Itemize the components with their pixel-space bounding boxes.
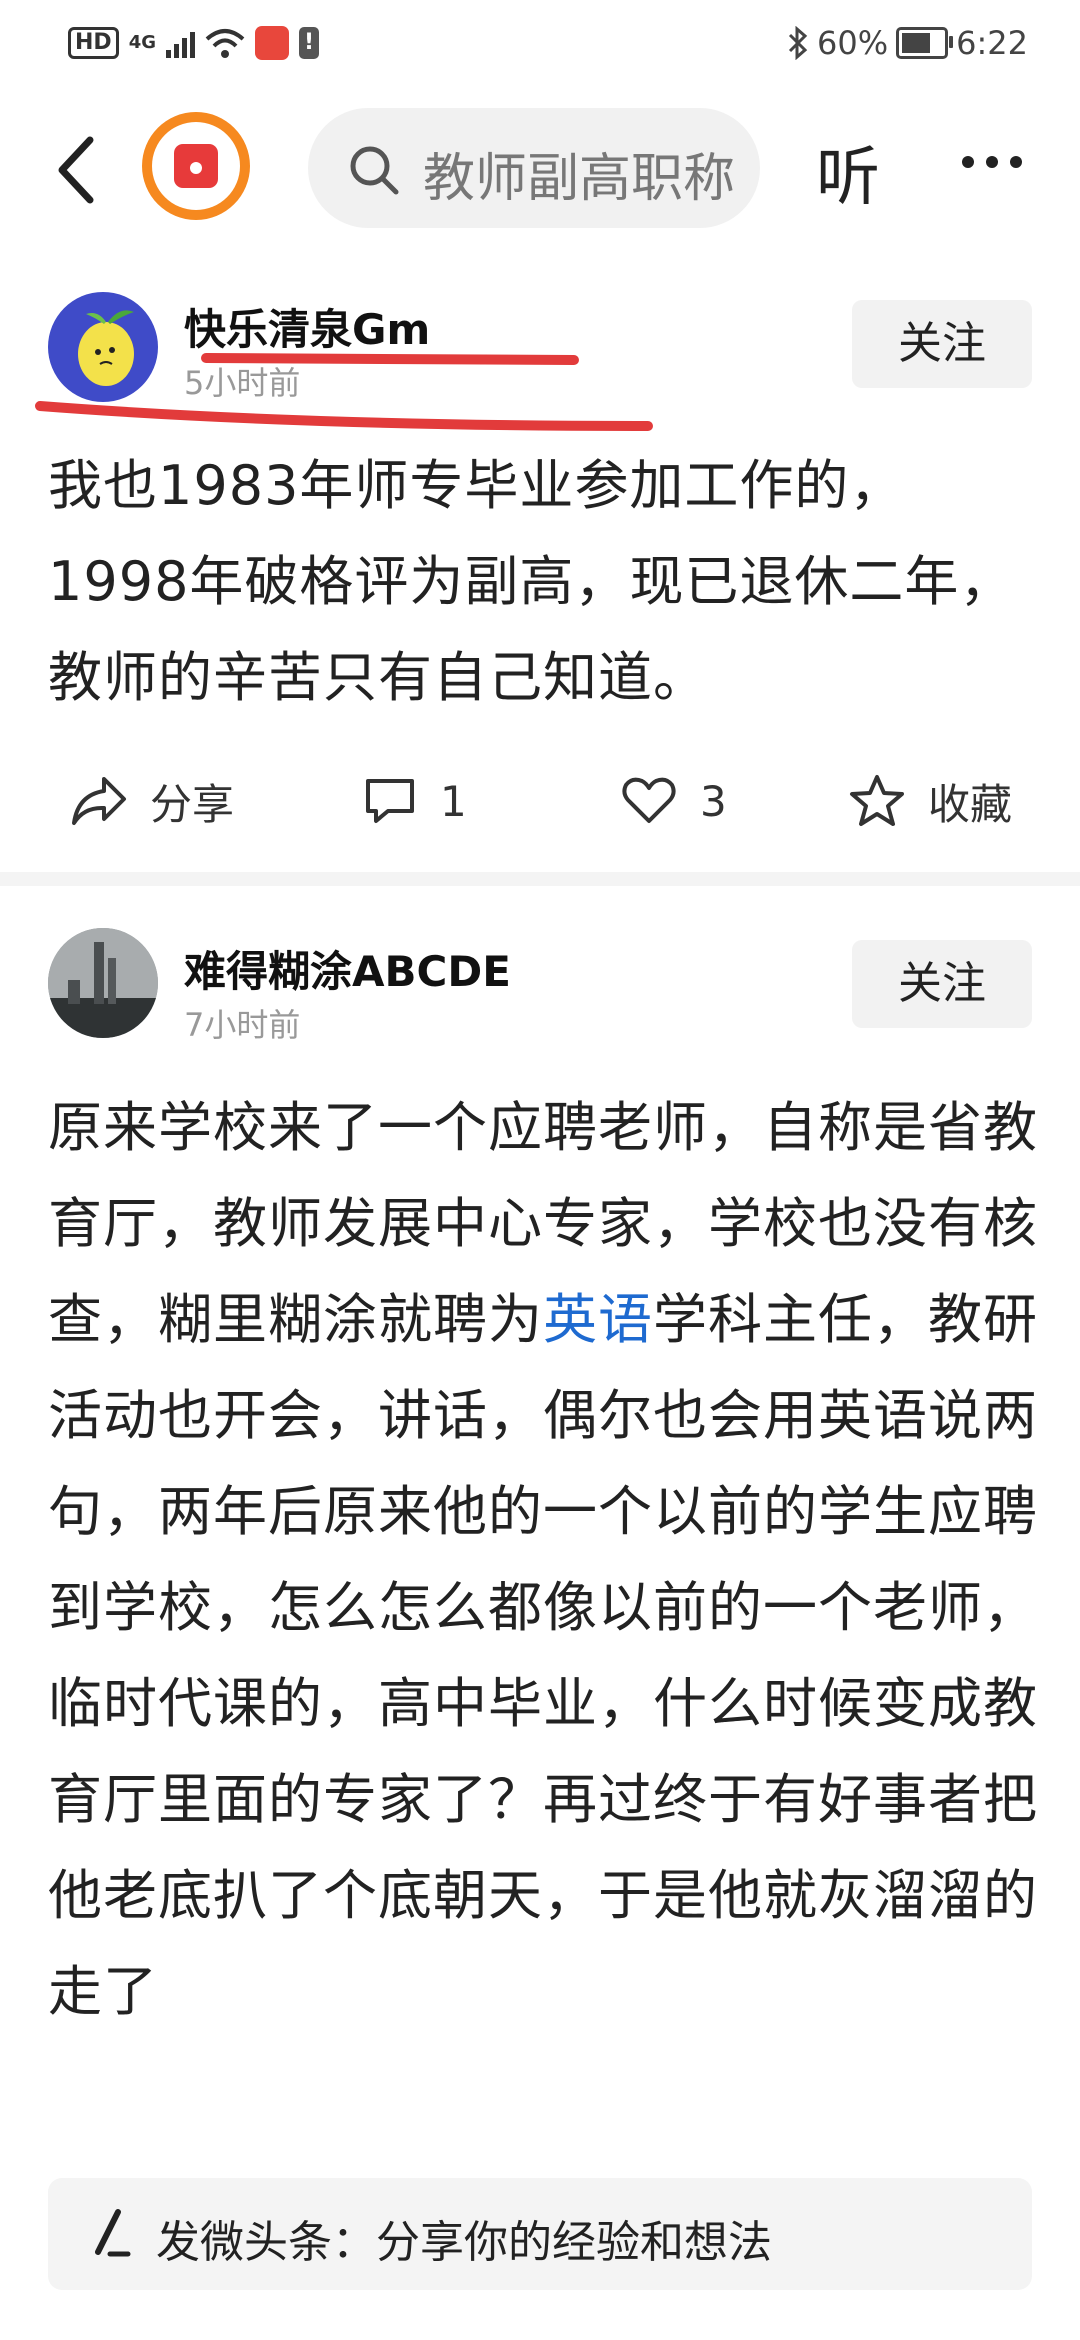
section-divider (0, 872, 1080, 886)
composer-placeholder: 发微头条：分享你的经验和想法 (156, 2217, 772, 2268)
red-underline-annotation (35, 353, 653, 431)
follow-button[interactable]: 关注 (852, 940, 1032, 1028)
username[interactable]: 难得糊涂ABCDE (184, 938, 511, 999)
underlined-text: 1998年破格评为副高， (48, 550, 630, 613)
network-type: 4G (128, 32, 156, 53)
app-logo[interactable] (142, 112, 250, 220)
more-icon[interactable] (960, 142, 1024, 182)
cityscape-avatar-icon (48, 928, 158, 1038)
post-time: 7小时前 (184, 1006, 301, 1044)
heart-icon (622, 777, 676, 823)
star-icon (850, 775, 904, 826)
comment-button[interactable]: 1 (362, 756, 467, 846)
post-1: 快乐清泉Gm 5小时前 关注 我也1983年师专毕业参加工作的，1998年破格评… (0, 286, 1080, 846)
alert-icon: ! (299, 27, 319, 59)
like-button[interactable]: 3 (620, 756, 727, 846)
signal-icon (166, 28, 195, 58)
listen-button[interactable]: 听 (816, 126, 880, 218)
post-composer[interactable]: 发微头条：分享你的经验和想法 (48, 2178, 1032, 2290)
wifi-icon (205, 29, 245, 58)
search-query: 教师副高职称 (423, 149, 736, 209)
share-button[interactable]: 分享 (70, 756, 234, 846)
battery-icon (896, 27, 954, 59)
favorite-button[interactable]: 收藏 (848, 756, 1012, 846)
search-bar[interactable]: 教师副高职称 (308, 108, 760, 228)
battery-percent: 60% (817, 24, 889, 62)
topic-link[interactable]: 英语 (543, 1288, 653, 1351)
notification-app-icon (255, 26, 289, 60)
clock: 6:22 (956, 24, 1028, 62)
avatar[interactable] (48, 928, 158, 1038)
top-nav: 教师副高职称 听 (0, 100, 1080, 240)
comment-icon (366, 779, 414, 823)
share-icon (72, 777, 126, 825)
pen-icon (95, 2209, 131, 2257)
hd-indicator: HD (68, 27, 119, 59)
search-icon (350, 146, 399, 195)
post-2: 难得糊涂ABCDE 7小时前 关注 原来学校来了一个应聘老师，自称是省教育厅，教… (0, 928, 1080, 2158)
post-actions: 分享 1 3 收藏 (0, 756, 1080, 846)
bluetooth-icon (788, 26, 808, 60)
post-content: 原来学校来了一个应聘老师，自称是省教育厅，教师发展中心专家，学校也没有核查，糊里… (48, 1096, 1038, 2023)
back-icon[interactable] (48, 130, 108, 210)
status-bar: HD 4G ! 60% 6:22 (0, 0, 1080, 90)
